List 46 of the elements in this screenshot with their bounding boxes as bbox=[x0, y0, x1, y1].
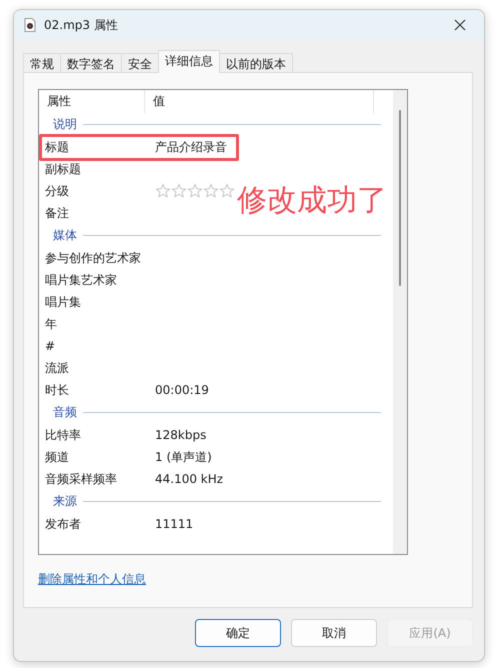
window-title: 02.mp3 属性 bbox=[44, 16, 119, 34]
tab[interactable]: 详细信息 bbox=[158, 50, 220, 73]
group-label: 音频 bbox=[53, 404, 77, 421]
column-header[interactable]: 值 bbox=[145, 90, 374, 113]
tab[interactable]: 以前的版本 bbox=[219, 53, 293, 73]
column-header[interactable]: 属性 bbox=[39, 90, 145, 113]
audio-file-icon bbox=[24, 18, 36, 32]
group-label: 媒体 bbox=[53, 227, 77, 244]
star-icon[interactable] bbox=[187, 183, 203, 199]
tab[interactable]: 常规 bbox=[23, 53, 61, 73]
property-name: 分级 bbox=[44, 182, 70, 200]
scroll-thumb[interactable] bbox=[399, 110, 401, 286]
tab[interactable]: 安全 bbox=[121, 53, 159, 73]
property-name: 唱片集艺术家 bbox=[44, 272, 118, 288]
property-name: 比特率 bbox=[44, 426, 82, 444]
dialog-button[interactable]: 取消 bbox=[291, 619, 377, 647]
property-name: 时长 bbox=[44, 382, 70, 398]
close-icon bbox=[454, 19, 466, 31]
property-name: 频道 bbox=[44, 448, 70, 466]
tab[interactable]: 数字签名 bbox=[60, 53, 122, 73]
star-icon[interactable] bbox=[219, 183, 235, 199]
property-name: 年 bbox=[44, 316, 58, 332]
property-name: 唱片集 bbox=[44, 294, 82, 310]
group-label: 来源 bbox=[53, 493, 77, 510]
annotation-text: 修改成功了 bbox=[237, 182, 387, 220]
group-label: 说明 bbox=[53, 116, 77, 133]
property-name: 副标题 bbox=[44, 160, 82, 178]
property-value: 44.100 kHz bbox=[154, 472, 224, 486]
property-value: 00:00:19 bbox=[154, 383, 209, 397]
scrollbar[interactable] bbox=[393, 90, 407, 554]
property-value: 产品介绍录音 bbox=[154, 138, 227, 156]
star-icon[interactable] bbox=[203, 183, 219, 199]
property-name: 音频采样频率 bbox=[44, 470, 118, 488]
dialog-button[interactable]: 确定 bbox=[195, 619, 281, 647]
property-name: 流派 bbox=[44, 360, 70, 376]
star-icon[interactable] bbox=[171, 183, 187, 199]
star-icon[interactable] bbox=[155, 183, 171, 199]
property-name: 标题 bbox=[44, 138, 70, 156]
property-value: 1 (单声道) bbox=[154, 448, 212, 466]
property-name: 备注 bbox=[44, 204, 70, 222]
property-name: 参与创作的艺术家 bbox=[44, 250, 142, 266]
remove-properties-link[interactable]: 删除属性和个人信息 bbox=[38, 571, 146, 588]
property-value: 128kbps bbox=[154, 428, 206, 442]
property-value: 11111 bbox=[154, 517, 194, 531]
property-name: # bbox=[44, 339, 56, 353]
property-name: 发布者 bbox=[44, 516, 82, 532]
